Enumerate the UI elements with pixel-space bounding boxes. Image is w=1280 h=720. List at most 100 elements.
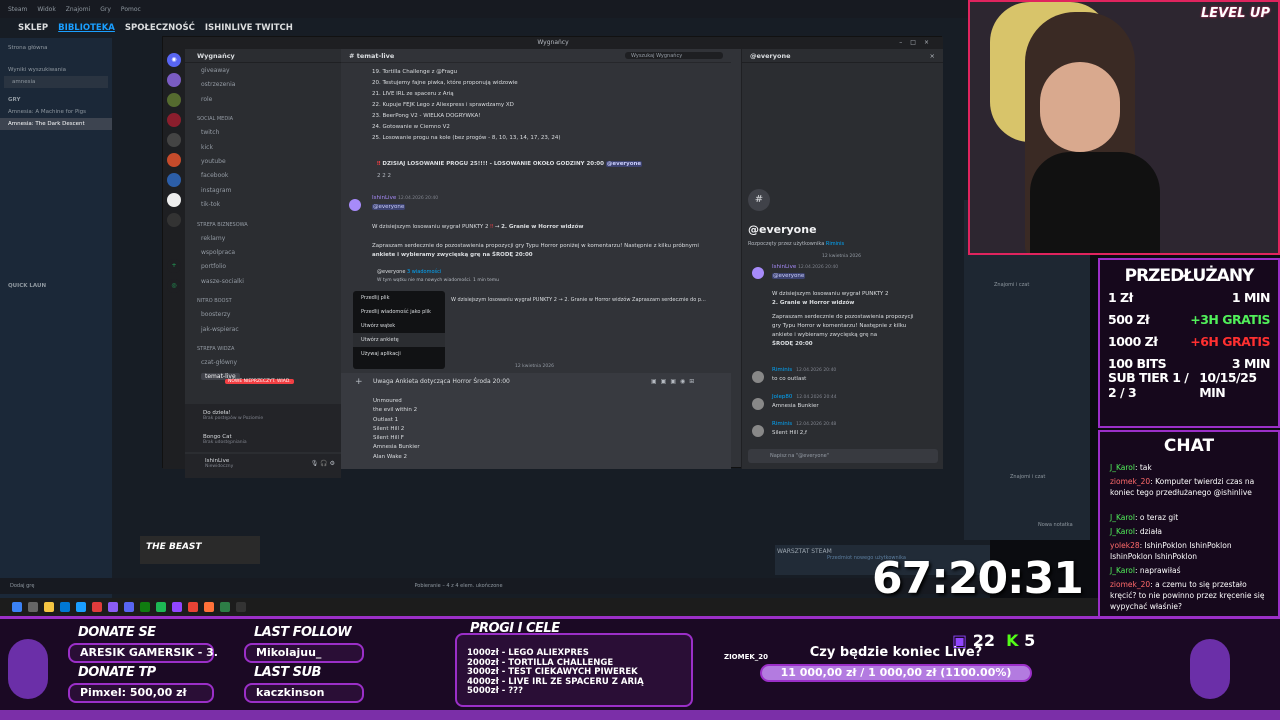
thread-close-icon[interactable]: ×: [930, 52, 935, 60]
channel-item[interactable]: wasze-socialki: [201, 278, 244, 285]
poll-option[interactable]: Unmoured: [373, 397, 420, 406]
chat-username[interactable]: J_Karol: [1110, 513, 1135, 522]
channel-item[interactable]: instagram: [201, 187, 231, 194]
library-search-input[interactable]: amnesia: [4, 76, 108, 88]
menu-item[interactable]: Utwórz wątek: [353, 319, 445, 333]
avatar[interactable]: [752, 371, 764, 383]
search-icon[interactable]: [28, 602, 38, 612]
quote-preview[interactable]: W dzisiejszym losowaniu wygrał PUNKTY 2 …: [451, 297, 706, 303]
reply-username[interactable]: Jolep80: [772, 394, 792, 400]
channel-item[interactable]: portfolio: [201, 263, 226, 270]
chrome-icon[interactable]: [188, 602, 198, 612]
dm-item[interactable]: Do dzieła! Brak postępów w Poziomie: [203, 410, 263, 421]
app-icon[interactable]: [92, 602, 102, 612]
channel-item[interactable]: reklamy: [201, 235, 225, 242]
channel-item[interactable]: facebook: [201, 172, 228, 179]
obs-icon[interactable]: [236, 602, 246, 612]
twitch-icon[interactable]: [172, 602, 182, 612]
app-icon[interactable]: [108, 602, 118, 612]
server-name[interactable]: Wygnańcy: [185, 49, 341, 63]
add-server-icon[interactable]: +: [167, 259, 181, 273]
dm-item[interactable]: Bongo Cat Brak udostępniania: [203, 434, 247, 445]
channel-item[interactable]: wspolpraca: [201, 249, 235, 256]
reply-username[interactable]: Riminis: [772, 421, 792, 427]
chat-username[interactable]: ziomek_20: [1110, 580, 1150, 589]
thread-author[interactable]: IshinLive 12.04.2026 20:40: [772, 264, 838, 270]
avatar[interactable]: [752, 425, 764, 437]
nav-library[interactable]: BIBLIOTEKA: [58, 23, 115, 33]
channel-item[interactable]: giveaway: [201, 67, 230, 74]
news-note[interactable]: Nowa notatka: [1038, 522, 1073, 528]
poll-question-input[interactable]: Uwaga Ankieta dotycząca Horror Środa 20:…: [373, 378, 510, 385]
server-icon[interactable]: [167, 193, 181, 207]
reply-username[interactable]: Riminis: [772, 367, 792, 373]
channel-item[interactable]: czat-główny: [201, 359, 237, 366]
add-game-button[interactable]: Dodaj grę: [10, 583, 34, 589]
discord-home-icon[interactable]: ◉: [167, 53, 181, 67]
poll-option[interactable]: the evil within 2: [373, 406, 420, 415]
menu-item[interactable]: Przedlij plik: [353, 291, 445, 305]
poll-option[interactable]: Amnesia Bunkier: [373, 443, 420, 452]
xbox-icon[interactable]: [140, 602, 150, 612]
downloads-status[interactable]: Pobieranie – 4 z 4 elem. ukończone: [414, 583, 502, 589]
windows-start-icon[interactable]: [12, 602, 22, 612]
mail-icon[interactable]: [60, 602, 70, 612]
reactions[interactable]: 2 2 2: [377, 173, 391, 179]
nav-community[interactable]: SPOŁECZNOŚĆ: [125, 23, 195, 33]
steam-menu-item[interactable]: Widok: [37, 6, 55, 13]
poll-option[interactable]: Alan Wake 2: [373, 453, 420, 462]
server-icon[interactable]: [167, 93, 181, 107]
server-icon[interactable]: [167, 113, 181, 127]
game-item[interactable]: Amnesia: A Machine for Pigs: [0, 106, 112, 118]
server-icon[interactable]: [167, 213, 181, 227]
window-controls[interactable]: –□×: [899, 37, 937, 49]
beast-banner[interactable]: THE BEAST: [140, 536, 260, 564]
avatar[interactable]: [752, 398, 764, 410]
poll-option[interactable]: Silent Hill F: [373, 434, 420, 443]
add-attachment-icon[interactable]: +: [355, 377, 363, 387]
steam-menu-item[interactable]: Znajomi: [66, 6, 90, 13]
new-messages-pill[interactable]: NOWE NIEPRZECZYT. WIAD.: [225, 379, 294, 384]
chat-username[interactable]: yolek28: [1110, 541, 1140, 550]
channel-category[interactable]: NITRO BOOST: [197, 298, 232, 304]
channel-item[interactable]: ostrzezenia: [201, 81, 235, 88]
friends-chat-label[interactable]: Znajomi i czat: [1010, 474, 1045, 480]
firefox-icon[interactable]: [204, 602, 214, 612]
steam-menu-item[interactable]: Steam: [8, 6, 27, 13]
steam-menu-item[interactable]: Pomoc: [121, 6, 141, 13]
thread-reference[interactable]: @everyone 3 wiadomości: [377, 269, 441, 275]
chat-username[interactable]: ziomek_20: [1110, 477, 1150, 486]
chat-username[interactable]: J_Karol: [1110, 463, 1135, 472]
app-icon[interactable]: [220, 602, 230, 612]
chat-username[interactable]: J_Karol: [1110, 566, 1135, 575]
user-controls-icons[interactable]: 🎙 🎧 ⚙: [311, 460, 335, 467]
steam-icon[interactable]: [76, 602, 86, 612]
game-item-selected[interactable]: Amnesia: The Dark Descent: [0, 118, 112, 130]
channel-category[interactable]: STREFA BIZNESOWA: [197, 222, 248, 228]
explore-icon[interactable]: ◎: [167, 279, 181, 293]
nav-store[interactable]: SKLEP: [18, 23, 48, 33]
channel-item[interactable]: youtube: [201, 158, 226, 165]
channel-item[interactable]: twitch: [201, 129, 219, 136]
search-input[interactable]: Wyszukaj Wygnańcy: [625, 52, 723, 59]
composer-tools-icons[interactable]: ▣▣▣◉⊞: [651, 378, 698, 385]
library-home[interactable]: Strona główna: [0, 42, 112, 54]
chat-username[interactable]: J_Karol: [1110, 527, 1135, 536]
explorer-icon[interactable]: [44, 602, 54, 612]
poll-option[interactable]: Outlast 1: [373, 416, 420, 425]
channel-item[interactable]: boosterzy: [201, 311, 231, 318]
spotify-icon[interactable]: [156, 602, 166, 612]
server-icon[interactable]: [167, 153, 181, 167]
nav-profile[interactable]: ISHINLIVE TWITCH: [205, 23, 293, 33]
reply-author[interactable]: Riminis 12.04.2026 20:40: [772, 367, 836, 373]
discord-icon[interactable]: [124, 602, 134, 612]
server-icon[interactable]: [167, 73, 181, 87]
thread-message-input[interactable]: Napisz na "@everyone": [748, 449, 938, 463]
message-author[interactable]: IshinLive 12.04.2026 20:40: [372, 195, 438, 201]
avatar[interactable]: [752, 267, 764, 279]
menu-item[interactable]: Przedlij wiadomość jako plik: [353, 305, 445, 319]
poll-option[interactable]: Silent Hill 2: [373, 425, 420, 434]
channel-item[interactable]: kick: [201, 144, 213, 151]
channel-item[interactable]: tik-tok: [201, 201, 220, 208]
channel-category[interactable]: SOCIAL MEDIA: [197, 116, 233, 122]
